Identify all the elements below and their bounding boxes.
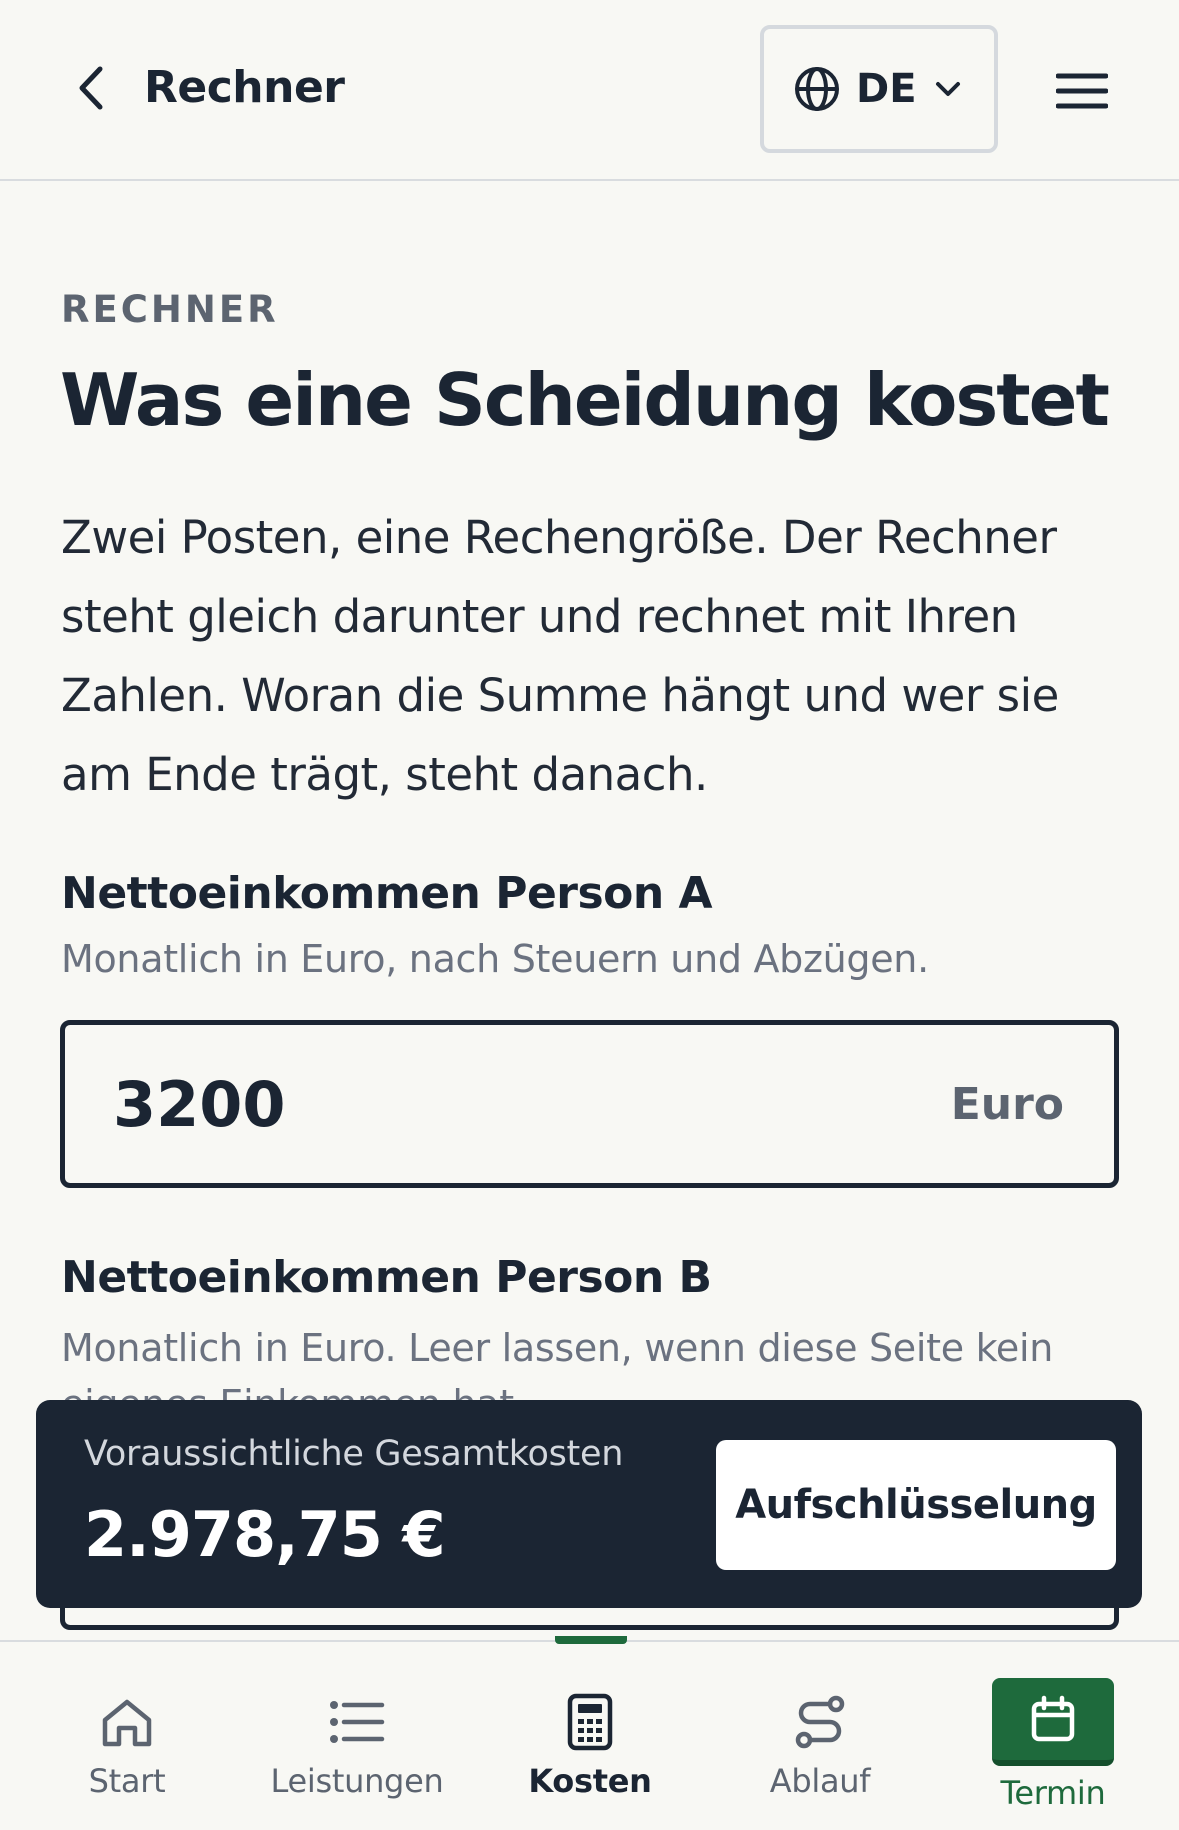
chevron-down-icon [935,82,960,96]
language-code: DE [856,66,917,112]
menu-button[interactable] [1052,66,1112,116]
chevron-left-icon [79,66,103,110]
globe-icon [795,67,839,111]
tab-label: Ablauf [769,1762,871,1800]
breakdown-button[interactable]: Aufschlüsselung [716,1440,1116,1570]
tab-label: Kosten [528,1762,652,1800]
person-b-label: Nettoeinkommen Person B [61,1252,712,1303]
tab-leistungen[interactable]: Leistungen [257,1642,457,1830]
person-a-income-field: Euro [60,1020,1119,1188]
top-bar: Rechner DE [0,0,1179,181]
bottom-tab-bar: Start Leistungen Kosten Ablauf Termin [0,1636,1179,1830]
calculator-icon [567,1693,613,1751]
tab-ablauf[interactable]: Ablauf [720,1642,920,1830]
person-a-label: Nettoeinkommen Person A [61,868,713,919]
list-icon [330,1701,385,1743]
language-selector[interactable]: DE [760,25,998,153]
page-title: Rechner [144,62,345,113]
tab-termin[interactable] [992,1678,1114,1766]
person-a-income-input[interactable] [113,1025,873,1183]
intro-text: Zwei Posten, eine Rechengröße. Der Rechn… [61,511,1059,801]
tab-label: Start [88,1762,166,1800]
tab-start[interactable]: Start [27,1642,227,1830]
calendar-icon [1031,1695,1075,1742]
home-icon [102,1699,152,1747]
summary-total: 2.978,75 € [84,1498,446,1571]
tab-label: Termin [1000,1774,1106,1812]
back-button[interactable] [64,60,120,116]
cost-summary-bar: Voraussichtliche Gesamtkosten 2.978,75 €… [36,1400,1142,1608]
route-icon [795,1695,845,1749]
person-a-unit: Euro [950,1079,1064,1130]
summary-label: Voraussichtliche Gesamtkosten [84,1434,624,1474]
section-eyebrow: RECHNER [61,288,279,331]
hamburger-menu-icon [1056,73,1108,109]
headline: Was eine Scheidung kostet [60,358,1110,442]
tab-label: Leistungen [270,1762,444,1800]
tab-kosten[interactable]: Kosten [490,1642,690,1830]
person-a-hint: Monatlich in Euro, nach Steuern und Abzü… [61,937,929,981]
